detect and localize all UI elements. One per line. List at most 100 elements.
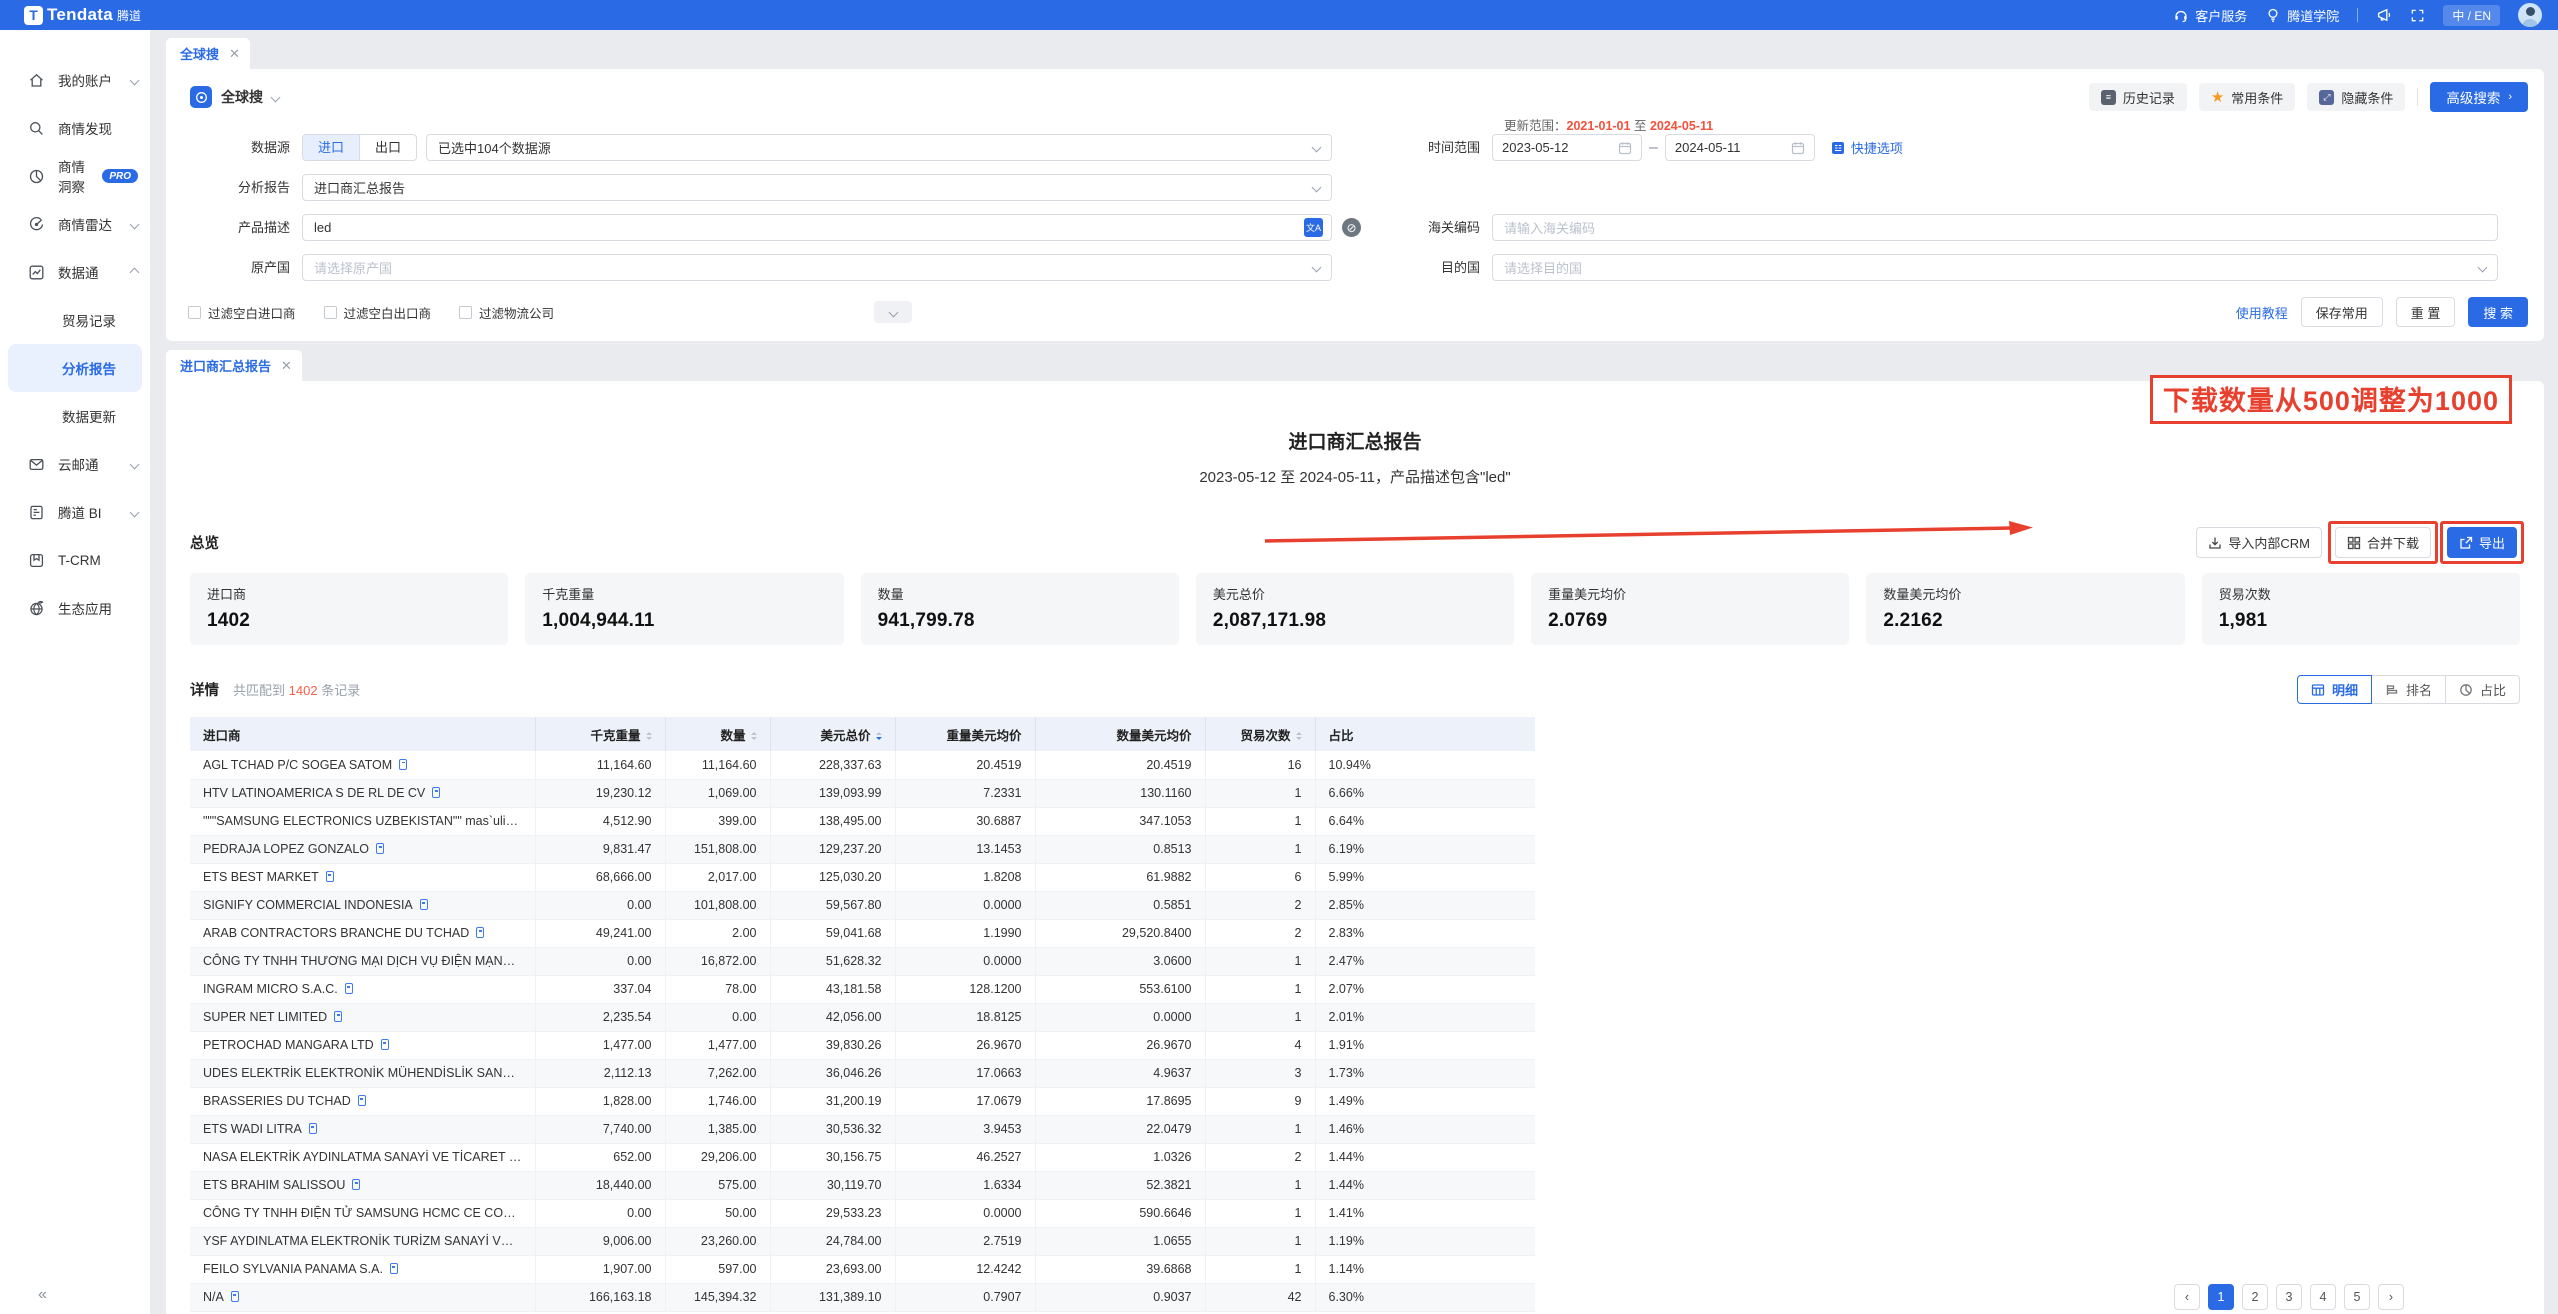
view-detail-button[interactable]: 明细 [2297,675,2372,704]
page-button-›[interactable]: › [2378,1284,2404,1310]
company-profile-icon[interactable] [399,759,407,770]
customer-service-button[interactable]: 客户服务 [2173,6,2247,25]
sidebar-item-cloud-mail[interactable]: 云邮通 [0,440,150,488]
merge-download-button[interactable]: 合并下载 [2335,527,2431,558]
origin-country-select[interactable]: 请选择原产国 [302,254,1332,281]
sidebar-item-eco-apps[interactable]: 生态应用 [0,584,150,632]
hide-conditions-button[interactable]: ⤢ 隐藏条件 [2307,83,2405,111]
checkbox[interactable] [324,306,337,319]
sidebar-item-radar[interactable]: 商情雷达 [0,200,150,248]
academy-button[interactable]: 腾道学院 [2265,6,2339,25]
advanced-search-button[interactable]: 高级搜索 › [2430,82,2528,112]
tab-global-search[interactable]: 全球搜 ✕ [166,38,250,69]
company-profile-icon[interactable] [231,1291,239,1302]
tab-importer-summary-report[interactable]: 进口商汇总报告 ✕ [166,350,302,381]
collapse-form-button[interactable] [874,301,912,323]
view-proportion-button[interactable]: 占比 [2445,675,2520,704]
company-profile-icon[interactable] [352,1179,360,1190]
fullscreen-button[interactable] [2410,8,2425,23]
page-button-‹[interactable]: ‹ [2174,1284,2200,1310]
sidebar-item-bi[interactable]: 腾道 BI [0,488,150,536]
import-toggle[interactable]: 进口 [303,135,359,160]
hs-code-input[interactable]: 请输入海关编码 [1492,214,2498,241]
cell-pct: 1.41% [1315,1199,1535,1227]
sort-icon[interactable] [751,732,757,741]
page-button-2[interactable]: 2 [2242,1284,2268,1310]
sidebar-item-my-account[interactable]: 我的账户 [0,56,150,104]
importer-name: YSF AYDINLATMA ELEKTRONİK TURİZM SANAYİ … [203,1234,535,1248]
company-profile-icon[interactable] [358,1095,366,1106]
company-profile-icon[interactable] [345,983,353,994]
company-profile-icon[interactable] [376,843,384,854]
product-desc-input[interactable]: led 文A ⊘ [302,214,1332,241]
company-profile-icon[interactable] [432,787,440,798]
announcement-button[interactable] [2376,7,2392,23]
sidebar-item-tcrm[interactable]: T-CRM [0,536,150,584]
sort-icon[interactable] [646,732,652,741]
import-to-crm-button[interactable]: 导入内部CRM [2196,527,2322,558]
sidebar-item-discovery[interactable]: 商情发现 [0,104,150,152]
language-toggle[interactable]: 中 / EN [2443,5,2500,26]
sidebar: 我的账户 商情发现 商情洞察 PRO 商情雷达 数据通 贸易记录 分析报告 [0,30,150,1314]
close-icon[interactable]: ✕ [229,46,240,62]
filter-blank-importer-checkbox[interactable]: 过滤空白进口商 [188,303,296,322]
company-profile-icon[interactable] [420,899,428,910]
sort-icon[interactable] [876,732,882,741]
cell-usd: 23,693.00 [770,1255,895,1283]
company-profile-icon[interactable] [476,927,484,938]
column-header-times[interactable]: 贸易次数 [1205,717,1315,751]
sidebar-item-analysis-report[interactable]: 分析报告 [8,344,142,392]
filter-blank-exporter-checkbox[interactable]: 过滤空白出口商 [324,303,432,322]
sidebar-item-datatong[interactable]: 数据通 [0,248,150,296]
company-profile-icon[interactable] [326,871,334,882]
company-profile-icon[interactable] [390,1263,398,1274]
sidebar-collapse-button[interactable]: « [38,1286,47,1304]
checkbox[interactable] [459,306,472,319]
search-button[interactable]: 搜 索 [2468,297,2528,327]
company-profile-icon[interactable] [334,1011,342,1022]
page-button-5[interactable]: 5 [2344,1284,2370,1310]
report-type-select[interactable]: 进口商汇总报告 [302,174,1332,201]
sidebar-item-label: T-CRM [58,553,101,568]
ranking-icon [2385,683,2399,697]
export-toggle[interactable]: 出口 [359,135,416,160]
sidebar-item-trade-records[interactable]: 贸易记录 [0,296,150,344]
sidebar-item-data-update[interactable]: 数据更新 [0,392,150,440]
save-conditions-button[interactable]: 保存常用 [2301,297,2383,327]
column-header-qty[interactable]: 数量 [665,717,770,751]
cell-kg: 652.00 [535,1143,665,1171]
stat-label: 贸易次数 [2219,584,2503,603]
cell-pct: 6.66% [1315,779,1535,807]
reset-button[interactable]: 重 置 [2396,297,2456,327]
translate-icon[interactable]: 文A [1304,218,1323,237]
history-button[interactable]: ≡ 历史记录 [2089,83,2187,111]
scope-selector[interactable]: 全球搜 [182,86,279,108]
date-to-input[interactable]: 2024-05-11 [1665,134,1815,161]
favorite-conditions-button[interactable]: ★ 常用条件 [2199,83,2295,111]
export-button[interactable]: 导出 [2447,527,2517,558]
report-type-label: 分析报告 [182,174,302,201]
column-header-usd[interactable]: 美元总价 [770,717,895,751]
view-ranking-button[interactable]: 排名 [2371,675,2446,704]
page-button-1[interactable]: 1 [2208,1284,2234,1310]
page-button-4[interactable]: 4 [2310,1284,2336,1310]
sidebar-item-label: 商情发现 [58,118,112,138]
cell-usd: 42,056.00 [770,1003,895,1031]
dest-country-select[interactable]: 请选择目的国 [1492,254,2498,281]
checkbox[interactable] [188,306,201,319]
company-profile-icon[interactable] [381,1039,389,1050]
data-source-select[interactable]: 已选中104个数据源 [426,134,1332,161]
company-profile-icon[interactable] [309,1123,317,1134]
tutorial-link[interactable]: 使用教程 [2236,303,2288,322]
sidebar-item-insight[interactable]: 商情洞察 PRO [0,152,150,200]
sort-icon[interactable] [1296,732,1302,741]
quick-options-link[interactable]: 快捷选项 [1831,138,1903,157]
column-header-kg[interactable]: 千克重量 [535,717,665,751]
close-icon[interactable]: ✕ [281,358,292,374]
date-from-input[interactable]: 2023-05-12 [1492,134,1642,161]
page-button-3[interactable]: 3 [2276,1284,2302,1310]
avatar[interactable] [2518,3,2542,27]
cell-kg: 1,477.00 [535,1031,665,1059]
cell-times: 2 [1205,919,1315,947]
filter-logistics-checkbox[interactable]: 过滤物流公司 [459,303,554,322]
